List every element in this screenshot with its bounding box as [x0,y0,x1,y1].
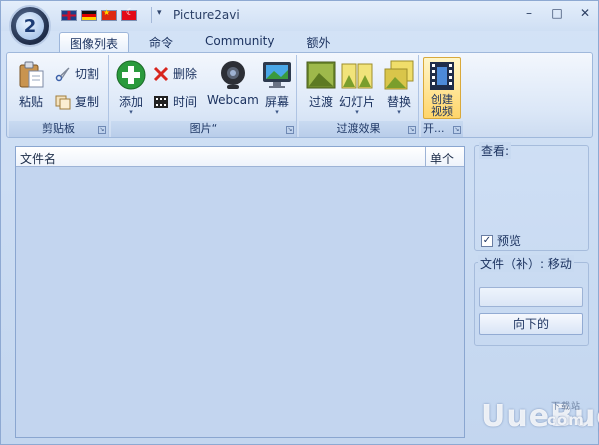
group-pictures: 添加 ▾ 删除 时间 Webcam 屏幕 ▾ 图片“ ↘ [111,55,297,137]
tab-community[interactable]: Community [195,32,284,53]
image-list[interactable]: 文件名 单个 [15,146,465,438]
add-button[interactable]: 添加 ▾ [115,59,147,116]
watermark-main: U [481,399,507,434]
tab-image-list[interactable]: 图像列表 [59,32,130,53]
film-strip-icon [154,95,168,108]
ribbon-tabs: 图像列表 命令 Community 额外 [59,32,341,53]
column-filename[interactable]: 文件名 [16,147,426,166]
qat-separator [151,7,152,23]
window-controls: – □ ✕ [522,6,592,20]
title-bar: ▾ Picture2avi – □ ✕ [1,1,598,31]
group-transitions: 过渡 幻灯片 ▾ 替换 ▾ 过渡效果 ↘ [299,55,419,137]
replace-icon [384,60,414,90]
copy-icon [55,95,71,109]
screen-dropdown-icon: ▾ [275,108,279,116]
column-single[interactable]: 单个 [426,147,464,166]
clipboard-launcher-icon[interactable]: ↘ [98,126,106,134]
slideshow-dropdown-icon: ▾ [355,108,359,116]
tab-commands[interactable]: 命令 [139,32,183,53]
transition-icon [306,61,336,89]
app-window: ▾ Picture2avi – □ ✕ 2 图像列表 命令 Community … [0,0,599,445]
preview-title: 查看: [479,142,512,159]
file-field[interactable] [479,287,583,307]
webcam-button[interactable]: Webcam [207,59,259,107]
flag-uk-icon[interactable] [61,10,77,21]
replace-dropdown-icon: ▾ [397,108,401,116]
slideshow-button[interactable]: 幻灯片 ▾ [339,59,375,116]
flag-tr-icon[interactable] [121,8,137,21]
add-dropdown-icon: ▾ [129,108,133,116]
cut-button[interactable]: 切割 [55,65,99,82]
app-orb-button[interactable]: 2 [9,5,51,47]
pictures-group-label: 图片“ [111,121,296,137]
close-button[interactable]: ✕ [578,6,592,20]
slideshow-icon [341,63,373,89]
move-down-button[interactable]: 向下的 [479,313,583,335]
watermark-logo: UueBug 下载站 com [481,399,599,439]
minimize-button[interactable]: – [522,6,536,20]
list-header: 文件名 单个 [16,147,464,167]
transition-button[interactable]: 过渡 [305,59,337,110]
time-label: 时间 [173,95,198,109]
delete-button[interactable]: 删除 [153,65,197,82]
cut-label: 切割 [75,67,100,81]
time-button[interactable]: 时间 [153,93,197,110]
transitions-launcher-icon[interactable]: ↘ [408,126,416,134]
delete-label: 删除 [173,67,198,81]
copy-label: 复制 [75,95,100,109]
flag-cn-icon[interactable] [101,8,117,21]
maximize-button[interactable]: □ [550,6,564,20]
watermark-com: com [547,411,585,429]
tab-extra[interactable]: 额外 [296,32,340,53]
webcam-label: Webcam [207,93,259,107]
webcam-icon [220,61,245,89]
preview-checkbox[interactable]: ✓ 预览 [481,232,521,249]
scissors-icon [55,66,70,81]
pictures-launcher-icon[interactable]: ↘ [286,126,294,134]
transitions-group-label: 过渡效果 [299,121,418,137]
paste-label: 粘贴 [18,95,43,109]
delete-x-icon [153,66,169,81]
open-launcher-icon[interactable]: ↘ [453,126,461,134]
film-reel-icon [430,62,454,90]
window-title: Picture2avi [173,8,240,22]
file-panel-title: 文件（补）: 移动 [478,255,574,272]
create-video-label: 创建 视频 [431,93,453,118]
flag-de-icon[interactable] [81,10,97,21]
checkbox-checked-icon[interactable]: ✓ [481,234,493,247]
language-flags [61,8,137,21]
screen-button[interactable]: 屏幕 ▾ [261,59,293,116]
clipboard-group-label: 剪贴板 [9,121,108,137]
transition-label: 过渡 [308,95,333,109]
app-logo-icon: 2 [16,12,44,40]
monitor-icon [263,62,291,88]
ribbon: 粘贴 切割 复制 剪贴板 ↘ 添加 ▾ 删除 时间 Webcam 屏幕 ▾ 图片… [6,52,593,138]
create-video-button[interactable]: 创建 视频 [423,57,461,119]
preview-checkbox-label: 预览 [497,234,522,248]
paste-icon [19,61,44,88]
add-icon [116,60,146,90]
qat-dropdown-icon[interactable]: ▾ [157,8,162,18]
group-open: 创建 视频 开... ↘ [421,55,463,137]
paste-button[interactable]: 粘贴 [15,59,47,110]
replace-button[interactable]: 替换 ▾ [383,59,415,116]
copy-button[interactable]: 复制 [55,93,99,110]
group-clipboard: 粘贴 切割 复制 剪贴板 ↘ [9,55,109,137]
